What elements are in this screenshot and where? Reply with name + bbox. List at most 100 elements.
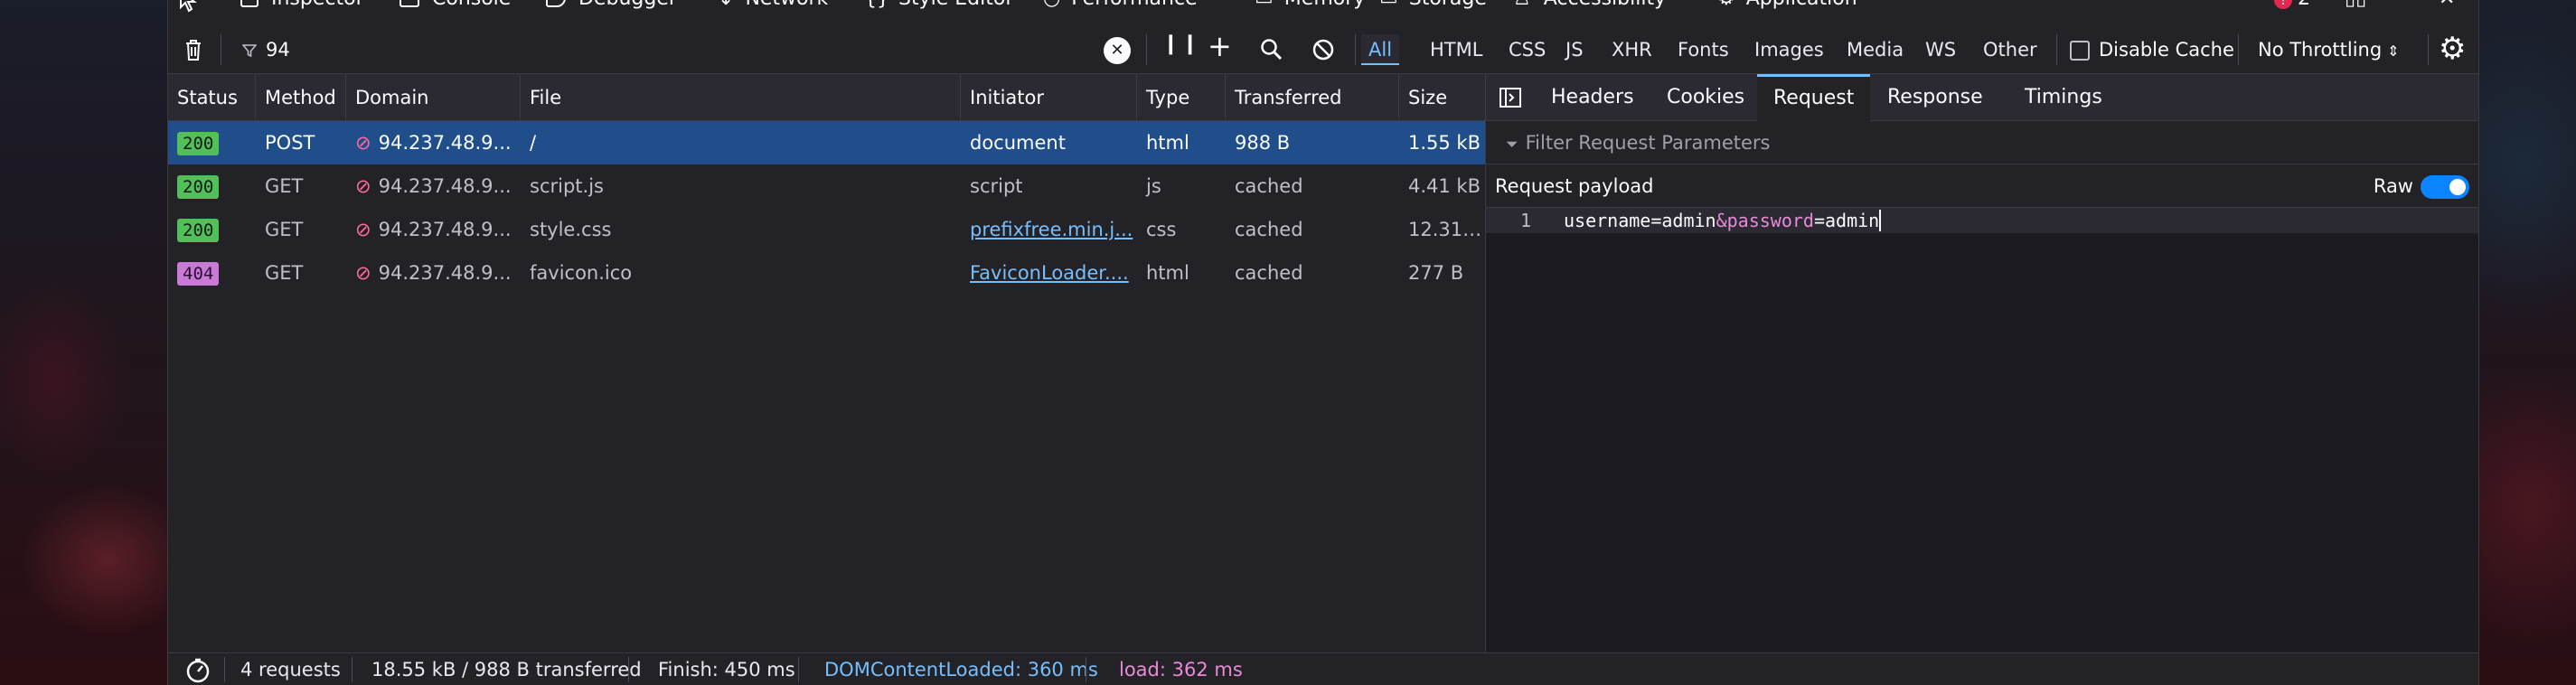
search-icon[interactable] (1260, 38, 1283, 61)
insecure-lock-icon: ⊘ (355, 219, 371, 240)
checkbox-icon (2070, 41, 2090, 61)
error-icon: ! (2274, 0, 2292, 9)
tab-headers[interactable]: Headers (1535, 74, 1650, 121)
method-cell: GET (265, 262, 304, 284)
size-cell: 277 B (1408, 262, 1464, 284)
filter-ws[interactable]: WS (1918, 34, 1963, 65)
filter-html[interactable]: HTML (1423, 34, 1490, 65)
toolbar-divider (2428, 34, 2429, 65)
raw-label: Raw (2373, 175, 2413, 197)
initiator-link[interactable]: FaviconLoader.... (970, 262, 1129, 284)
status-badge: 200 (177, 175, 220, 199)
disable-cache-checkbox[interactable]: Disable Cache (2070, 34, 2234, 65)
file-cell: style.css (530, 219, 612, 240)
error-count[interactable]: !2 (2274, 0, 2310, 10)
column-size[interactable]: Size (1399, 74, 1486, 121)
type-cell: html (1146, 262, 1189, 284)
pause-icon[interactable]: ❙❙ (1162, 33, 1201, 55)
payload-editor[interactable]: 1 username=admin&password=admin (1486, 208, 2478, 233)
method-cell: GET (265, 175, 304, 197)
console-icon (400, 0, 419, 7)
tab-application[interactable]: ⚙Application (1717, 0, 1857, 10)
filter-js[interactable]: JS (1558, 34, 1591, 65)
tab-style-editor[interactable]: {}Style Editor (864, 0, 1013, 10)
tab-timings[interactable]: Timings (2008, 74, 2119, 121)
devtools-window: Inspector Console Debugger ↕Network {}St… (167, 0, 2479, 685)
settings-gear-icon[interactable]: ⚙ (2439, 31, 2466, 67)
filter-media[interactable]: Media (1839, 34, 1911, 65)
request-row[interactable]: 200 GET ⊘ 94.237.48.9... style.css prefix… (168, 208, 1486, 251)
method-cell: GET (265, 219, 304, 240)
clear-filter-icon[interactable]: ✕ (1104, 37, 1131, 64)
inspector-icon (240, 0, 259, 7)
filter-css[interactable]: CSS (1501, 34, 1553, 65)
block-icon[interactable] (1312, 38, 1335, 61)
transfer-size: 18.55 kB / 988 B transferred (371, 659, 642, 680)
status-badge: 200 (177, 219, 220, 242)
file-cell: script.js (530, 175, 604, 197)
column-file[interactable]: File (521, 74, 961, 121)
type-cell: html (1146, 132, 1189, 154)
tab-cookies[interactable]: Cookies (1650, 74, 1761, 121)
style-editor-icon: {} (864, 0, 889, 10)
toolbar-divider (2238, 34, 2239, 65)
tab-debugger[interactable]: Debugger (546, 0, 677, 10)
toolbar-divider (1146, 34, 1147, 65)
load-time: load: 362 ms (1119, 659, 1243, 680)
line-number: 1 (1520, 210, 1532, 231)
column-initiator[interactable]: Initiator (961, 74, 1137, 121)
dom-content-loaded-time: DOMContentLoaded: 360 ms (824, 659, 1098, 680)
transferred-cell: 988 B (1235, 132, 1291, 154)
column-method[interactable]: Method (256, 74, 346, 121)
toolbar-divider (1355, 34, 1356, 65)
performance-analysis-icon[interactable] (184, 657, 212, 684)
tab-performance[interactable]: ◔Performance (1043, 0, 1198, 10)
filter-params-bar[interactable]: ⏷ Filter Request Parameters (1486, 121, 2478, 164)
tab-accessibility[interactable]: ♙Accessibility (1513, 0, 1666, 10)
toggle-sidebar-icon[interactable] (1499, 87, 1522, 108)
dock-icon[interactable]: ▯▯ (2345, 0, 2366, 10)
more-icon[interactable]: ••• (2393, 0, 2429, 10)
tab-memory[interactable]: ▭Memory (1255, 0, 1365, 10)
column-status[interactable]: Status (168, 74, 256, 121)
filter-all[interactable]: All (1361, 34, 1400, 65)
throttling-select[interactable]: No Throttling ⇕ (2258, 34, 2400, 67)
add-request-icon[interactable]: + (1208, 29, 1232, 63)
insecure-lock-icon: ⊘ (355, 262, 371, 284)
updown-icon: ⇕ (2387, 42, 2400, 60)
tab-inspector[interactable]: Inspector (240, 0, 364, 10)
column-transferred[interactable]: Transferred (1226, 74, 1399, 121)
network-status-bar: 4 requests 18.55 kB / 988 B transferred … (168, 652, 2478, 685)
domain-cell: ⊘ 94.237.48.9... (355, 132, 512, 154)
initiator-link[interactable]: prefixfree.min.j... (970, 219, 1133, 240)
pick-element-icon[interactable] (177, 0, 201, 13)
tab-request[interactable]: Request (1757, 74, 1871, 121)
column-type[interactable]: Type (1137, 74, 1226, 121)
tab-console[interactable]: Console (400, 0, 511, 10)
details-tabbar: Headers Cookies Request Response Timings (1486, 74, 2478, 121)
request-list-header: Status Method Domain File Initiator Type… (168, 74, 1485, 121)
transferred-cell: cached (1235, 262, 1303, 284)
filter-images[interactable]: Images (1747, 34, 1831, 65)
tab-storage[interactable]: ▭Storage (1379, 0, 1487, 10)
type-cell: js (1146, 175, 1161, 197)
initiator-cell: script (970, 175, 1023, 197)
tab-network[interactable]: ↕Network (718, 0, 828, 10)
devtools-tabbar: Inspector Console Debugger ↕Network {}St… (168, 0, 2478, 13)
initiator-cell: prefixfree.min.j... (961, 208, 1137, 251)
request-row[interactable]: 404 GET ⊘ 94.237.48.9... favicon.ico Favi… (168, 251, 1485, 295)
filter-other[interactable]: Other (1976, 34, 2045, 65)
filter-icon (242, 44, 257, 58)
status-divider (224, 657, 225, 682)
trash-icon[interactable] (183, 37, 204, 62)
raw-toggle[interactable] (2421, 175, 2469, 199)
close-icon[interactable]: ✕ (2439, 0, 2455, 10)
column-domain[interactable]: Domain (346, 74, 521, 121)
request-row[interactable]: 200 GET ⊘ 94.237.48.9... script.js script… (168, 164, 1485, 208)
status-badge: 200 (177, 132, 220, 155)
filter-xhr[interactable]: XHR (1604, 34, 1659, 65)
filter-fonts[interactable]: Fonts (1670, 34, 1736, 65)
tab-response[interactable]: Response (1871, 74, 1999, 121)
request-row[interactable]: 200 POST ⊘ 94.237.48.9... / document html… (168, 121, 1485, 164)
size-cell: 1.55 kB (1408, 132, 1481, 154)
